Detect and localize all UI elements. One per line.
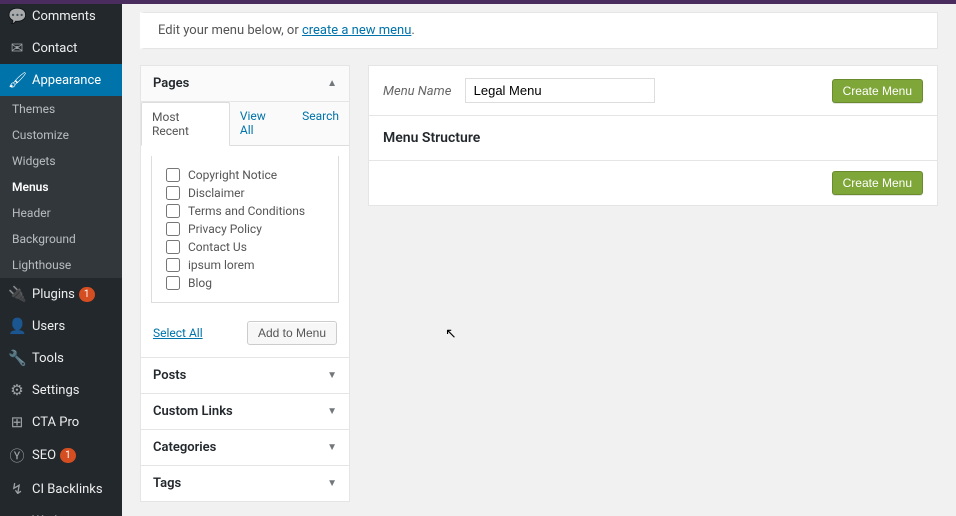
- submenu-widgets[interactable]: Widgets: [0, 148, 122, 174]
- submenu-menus[interactable]: Menus: [0, 174, 122, 200]
- customlinks-panel: Custom Links ▼: [140, 394, 350, 430]
- sidebar-item-cibacklinks[interactable]: ↯ CI Backlinks: [0, 473, 122, 505]
- seo-badge: 1: [60, 448, 76, 463]
- menu-structure-area: Menu Structure: [368, 116, 938, 161]
- seo-icon: Ⓨ: [8, 445, 26, 466]
- customlinks-title: Custom Links: [153, 404, 233, 419]
- main-content: Edit your menu below, or create a new me…: [122, 0, 956, 516]
- comments-icon: 💬: [8, 7, 26, 25]
- submenu-themes[interactable]: Themes: [0, 96, 122, 122]
- page-item[interactable]: Blog: [166, 274, 324, 292]
- sidebar-label: Settings: [32, 383, 79, 398]
- caret-down-icon: ▼: [327, 370, 337, 381]
- tab-search[interactable]: Search: [292, 102, 349, 145]
- page-item[interactable]: Privacy Policy: [166, 220, 324, 238]
- menu-footer-bar: Create Menu: [368, 161, 938, 206]
- edit-menu-notice: Edit your menu below, or create a new me…: [140, 12, 938, 49]
- appearance-submenu: Themes Customize Widgets Menus Header Ba…: [0, 96, 122, 278]
- sidebar-label: CI Backlinks: [32, 482, 103, 497]
- sidebar-item-wpinsert[interactable]: ▦ Wp Insert: [0, 505, 122, 516]
- plugins-badge: 1: [79, 287, 95, 302]
- posts-panel-header[interactable]: Posts ▼: [141, 358, 349, 393]
- pages-title: Pages: [153, 76, 189, 91]
- tab-most-recent[interactable]: Most Recent: [141, 102, 230, 146]
- sidebar-item-appearance[interactable]: 🖌 Appearance: [0, 64, 122, 96]
- sidebar-item-comments[interactable]: 💬 Comments: [0, 0, 122, 32]
- page-checkbox[interactable]: [166, 186, 180, 200]
- create-new-menu-link[interactable]: create a new menu: [302, 23, 411, 38]
- posts-title: Posts: [153, 368, 186, 383]
- menu-header-bar: Menu Name Create Menu: [368, 65, 938, 116]
- categories-panel-header[interactable]: Categories ▼: [141, 430, 349, 465]
- tags-panel-header[interactable]: Tags ▼: [141, 466, 349, 501]
- ctapro-icon: ⊞: [8, 413, 26, 431]
- page-checkbox[interactable]: [166, 276, 180, 290]
- page-item[interactable]: Copyright Notice: [166, 166, 324, 184]
- pages-tabs: Most Recent View All Search: [141, 102, 349, 146]
- sidebar-label: Contact: [32, 41, 77, 56]
- page-item[interactable]: Contact Us: [166, 238, 324, 256]
- sidebar-item-contact[interactable]: ✉ Contact: [0, 32, 122, 64]
- categories-title: Categories: [153, 440, 216, 455]
- sidebar-label: Plugins: [32, 287, 75, 302]
- settings-icon: ⚙: [8, 381, 26, 399]
- menu-editor-column: Menu Name Create Menu Menu Structure Cre…: [368, 65, 938, 502]
- sidebar-item-plugins[interactable]: 🔌 Plugins 1: [0, 278, 122, 310]
- tools-icon: 🔧: [8, 349, 26, 367]
- wpinsert-icon: ▦: [8, 512, 26, 516]
- page-checkbox[interactable]: [166, 168, 180, 182]
- page-item[interactable]: Disclaimer: [166, 184, 324, 202]
- pages-checklist: Copyright Notice Disclaimer Terms and Co…: [151, 156, 339, 303]
- customlinks-panel-header[interactable]: Custom Links ▼: [141, 394, 349, 429]
- submenu-lighthouse[interactable]: Lighthouse: [0, 252, 122, 278]
- caret-down-icon: ▼: [327, 478, 337, 489]
- categories-panel: Categories ▼: [140, 430, 350, 466]
- page-checkbox[interactable]: [166, 222, 180, 236]
- pages-panel: Pages ▲ Most Recent View All Search Copy…: [140, 65, 350, 358]
- sidebar-label: Appearance: [32, 73, 101, 88]
- page-checkbox[interactable]: [166, 240, 180, 254]
- plugins-icon: 🔌: [8, 285, 26, 303]
- submenu-customize[interactable]: Customize: [0, 122, 122, 148]
- tags-panel: Tags ▼: [140, 466, 350, 502]
- sidebar-label: CTA Pro: [32, 415, 79, 430]
- caret-up-icon: ▲: [327, 78, 337, 89]
- sidebar-item-tools[interactable]: 🔧 Tools: [0, 342, 122, 374]
- page-item[interactable]: ipsum lorem: [166, 256, 324, 274]
- admin-sidebar: 💬 Comments ✉ Contact 🖌 Appearance Themes…: [0, 0, 122, 516]
- create-menu-button-bottom[interactable]: Create Menu: [832, 171, 923, 195]
- page-item[interactable]: Terms and Conditions: [166, 202, 324, 220]
- add-items-column: Pages ▲ Most Recent View All Search Copy…: [140, 65, 350, 502]
- caret-down-icon: ▼: [327, 442, 337, 453]
- select-all-link[interactable]: Select All: [153, 326, 203, 340]
- users-icon: 👤: [8, 317, 26, 335]
- tab-view-all[interactable]: View All: [230, 102, 292, 145]
- page-checkbox[interactable]: [166, 204, 180, 218]
- create-menu-button-top[interactable]: Create Menu: [832, 79, 923, 103]
- tags-title: Tags: [153, 476, 181, 491]
- admin-footer: Thank you for creating with WordPress. V…: [140, 502, 938, 516]
- submenu-header[interactable]: Header: [0, 200, 122, 226]
- menu-name-label: Menu Name: [383, 84, 451, 99]
- contact-icon: ✉: [8, 39, 26, 57]
- sidebar-label: Tools: [32, 351, 64, 366]
- menu-structure-heading: Menu Structure: [383, 130, 923, 146]
- sidebar-item-settings[interactable]: ⚙ Settings: [0, 374, 122, 406]
- backlinks-icon: ↯: [8, 480, 26, 498]
- sidebar-item-ctapro[interactable]: ⊞ CTA Pro: [0, 406, 122, 438]
- sidebar-item-seo[interactable]: Ⓨ SEO 1: [0, 438, 122, 473]
- notice-text: Edit your menu below, or: [158, 23, 302, 38]
- sidebar-label: Users: [32, 319, 65, 334]
- sidebar-item-users[interactable]: 👤 Users: [0, 310, 122, 342]
- sidebar-label: SEO: [32, 448, 56, 463]
- add-to-menu-button[interactable]: Add to Menu: [247, 321, 337, 345]
- submenu-background[interactable]: Background: [0, 226, 122, 252]
- pages-panel-header[interactable]: Pages ▲: [141, 66, 349, 102]
- appearance-icon: 🖌: [8, 71, 26, 89]
- menu-name-input[interactable]: [465, 78, 655, 103]
- page-checkbox[interactable]: [166, 258, 180, 272]
- sidebar-label: Comments: [32, 9, 96, 24]
- caret-down-icon: ▼: [327, 406, 337, 417]
- posts-panel: Posts ▼: [140, 358, 350, 394]
